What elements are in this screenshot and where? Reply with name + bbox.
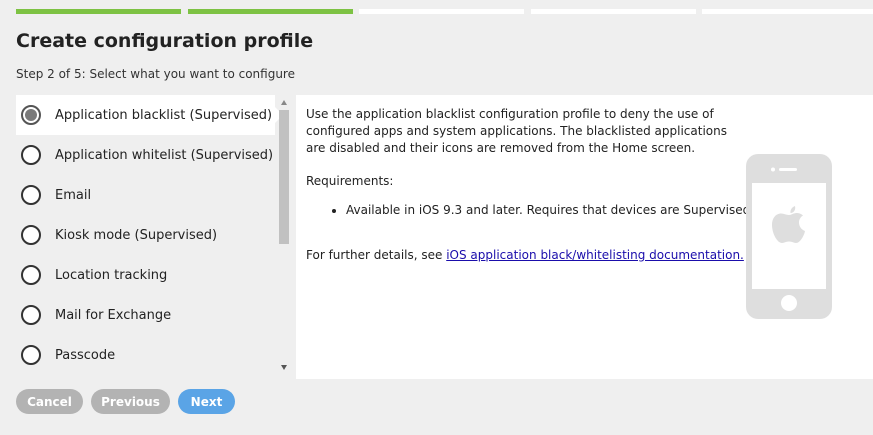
documentation-link[interactable]: iOS application black/whitelisting docum… <box>446 248 744 262</box>
profile-type-list: Application blacklist (Supervised) Appli… <box>16 95 290 375</box>
progress-segment-5 <box>702 9 873 14</box>
radio-button[interactable] <box>21 145 41 165</box>
list-scrollbar[interactable] <box>278 95 291 375</box>
scroll-thumb[interactable] <box>279 110 289 244</box>
further-details: For further details, see iOS application… <box>306 248 744 262</box>
requirement-item: Available in iOS 9.3 and later. Requires… <box>346 203 754 217</box>
option-passcode[interactable]: Passcode <box>16 335 275 375</box>
option-kiosk-mode[interactable]: Kiosk mode (Supervised) <box>16 215 275 255</box>
cancel-button[interactable]: Cancel <box>16 389 83 414</box>
page-title: Create configuration profile <box>16 30 314 52</box>
option-application-whitelist[interactable]: Application whitelist (Supervised) <box>16 135 275 175</box>
further-details-text: For further details, see <box>306 248 447 262</box>
option-label: Application blacklist (Supervised) <box>55 107 273 123</box>
requirements-heading: Requirements: <box>306 174 394 188</box>
radio-button[interactable] <box>21 305 41 325</box>
option-mail-for-exchange[interactable]: Mail for Exchange <box>16 295 275 335</box>
option-label: Email <box>55 187 92 203</box>
progress-segment-3 <box>359 9 524 14</box>
step-progress-bar <box>16 9 873 14</box>
progress-segment-4 <box>531 9 696 14</box>
step-subtitle: Step 2 of 5: Select what you want to con… <box>16 67 295 81</box>
option-description: Use the application blacklist configurat… <box>306 107 727 155</box>
progress-segment-2 <box>188 9 353 14</box>
option-label: Application whitelist (Supervised) <box>55 147 274 163</box>
option-application-blacklist[interactable]: Application blacklist (Supervised) <box>16 95 283 135</box>
radio-button-selected[interactable] <box>21 105 41 125</box>
radio-button[interactable] <box>21 185 41 205</box>
next-button[interactable]: Next <box>178 389 235 414</box>
option-label: Mail for Exchange <box>55 307 172 323</box>
radio-button[interactable] <box>21 225 41 245</box>
option-label: Kiosk mode (Supervised) <box>55 227 218 243</box>
radio-button[interactable] <box>21 265 41 285</box>
progress-segment-1 <box>16 9 181 14</box>
scroll-down-arrow-icon[interactable] <box>281 365 287 370</box>
option-email[interactable]: Email <box>16 175 275 215</box>
previous-button[interactable]: Previous <box>91 389 170 414</box>
iphone-apple-icon <box>746 154 832 319</box>
requirements-list: Available in iOS 9.3 and later. Requires… <box>306 203 754 217</box>
option-label: Passcode <box>55 347 116 363</box>
scroll-up-arrow-icon[interactable] <box>281 100 287 105</box>
option-location-tracking[interactable]: Location tracking <box>16 255 275 295</box>
option-detail-panel: Use the application blacklist configurat… <box>296 95 873 379</box>
radio-button[interactable] <box>21 345 41 365</box>
option-label: Location tracking <box>55 267 168 283</box>
